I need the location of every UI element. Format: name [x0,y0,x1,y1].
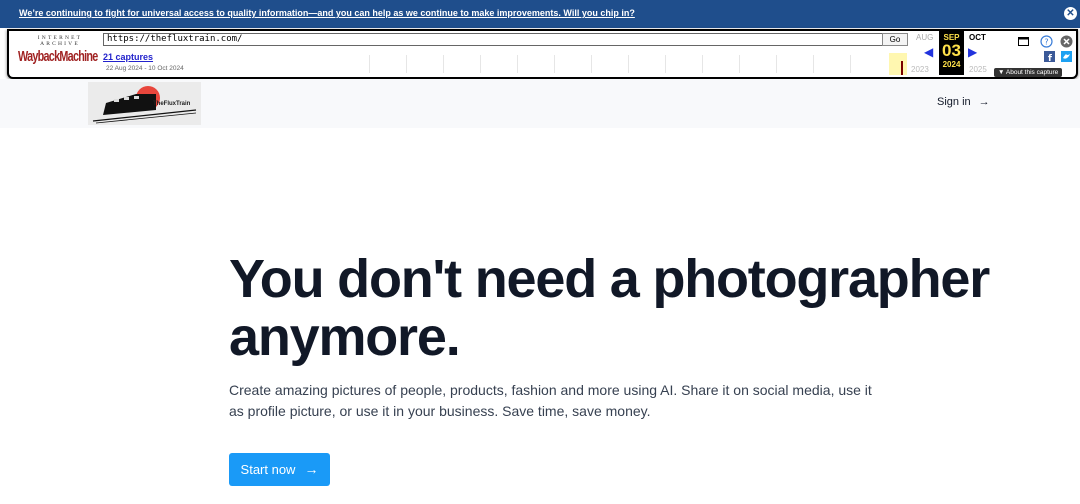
help-icon[interactable]: ? [1040,35,1053,48]
sparkline-tick [776,55,777,73]
next-month-label[interactable]: OCT [969,33,986,42]
sign-in-label: Sign in [937,96,971,108]
prev-month-label[interactable]: AUG [916,33,933,42]
wayback-logo[interactable]: INTERNET ARCHIVE WaybackMachine [18,35,102,71]
close-circle-icon[interactable] [1060,35,1073,48]
site-logo[interactable]: TheFluxTrain [88,82,201,125]
sparkline-tick [702,55,703,73]
next-capture-arrow-icon[interactable]: ▶ [968,45,977,59]
sparkline-tick [369,55,370,73]
wayback-toolbar: INTERNET ARCHIVE WaybackMachine https://… [7,29,1078,79]
go-button[interactable]: Go [882,33,908,46]
prev-year-label[interactable]: 2023 [911,65,929,74]
hero-title: You don't need a photographer anymore. [229,249,990,367]
start-now-button[interactable]: Start now → [229,453,330,486]
svg-text:?: ? [1044,38,1048,47]
sparkline-tick [406,55,407,73]
window-icon[interactable] [1018,36,1029,47]
start-now-label: Start now [240,462,296,477]
svg-text:f: f [1048,54,1052,62]
sparkline-tick [739,55,740,73]
arrow-right-icon: → [304,461,319,477]
sparkline-tick [813,55,814,73]
sparkline-tick [443,55,444,73]
capture-sparkline[interactable] [361,51,889,74]
sparkline-tick [517,55,518,73]
sparkline-capture-bar [901,61,903,75]
donation-link[interactable]: We’re continuing to fight for universal … [19,8,635,18]
hero-subtitle: Create amazing pictures of people, produ… [229,382,872,419]
current-day: 03 [942,41,961,60]
sparkline-tick [850,55,851,73]
prev-capture-arrow-icon[interactable]: ◀ [924,45,933,59]
twitter-icon[interactable] [1061,51,1072,62]
next-year-label[interactable]: 2025 [969,65,987,74]
sparkline-tick [480,55,481,73]
close-icon[interactable]: ✕ [1064,7,1077,20]
donation-banner: We’re continuing to fight for universal … [0,0,1080,28]
arrow-right-icon: → [978,96,990,108]
wayback-url-input[interactable]: https://thefluxtrain.com/ [103,33,883,46]
site-header: TheFluxTrain Sign in → [0,79,1080,128]
sparkline-tick [591,55,592,73]
logo-text: TheFluxTrain [153,101,191,107]
facebook-icon[interactable]: f [1044,51,1055,62]
sign-in-link[interactable]: Sign in → [937,96,990,108]
wayback-logo-top: INTERNET ARCHIVE [37,35,83,47]
about-capture-button[interactable]: ▼ About this capture [994,68,1063,77]
sparkline-tick [665,55,666,73]
wayback-logo-main: WaybackMachine [18,48,98,65]
sparkline-highlight [889,53,907,75]
capture-date-range: 22 Aug 2024 - 10 Oct 2024 [106,65,184,72]
sparkline-tick [628,55,629,73]
current-year: 2024 [942,60,961,69]
sparkline-tick [554,55,555,73]
current-capture-date: SEP 03 2024 [939,31,964,75]
captures-link[interactable]: 21 captures [103,52,153,62]
